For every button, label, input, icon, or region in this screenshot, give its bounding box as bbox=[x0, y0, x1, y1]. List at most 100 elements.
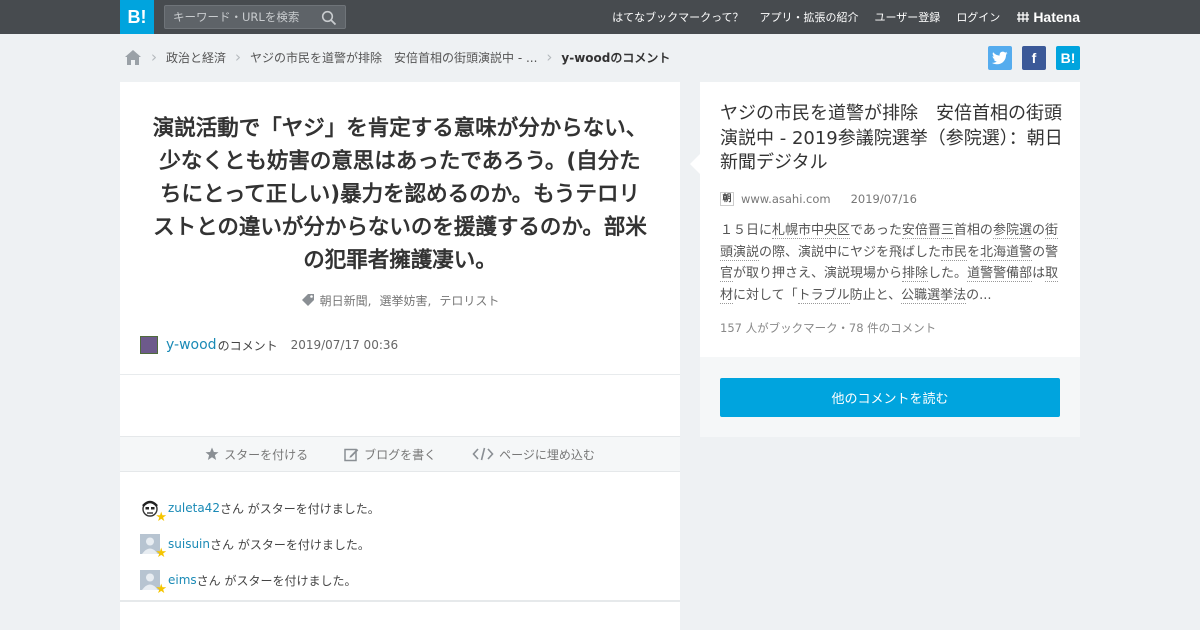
comment-suffix: のコメント bbox=[217, 338, 278, 353]
summary-text: の警 bbox=[1032, 244, 1059, 260]
summary-text: が取り押さえ、演説現場から bbox=[733, 266, 903, 281]
star-row: ★ eims さん がスターを付けました。 bbox=[140, 562, 380, 598]
summary-text: １５日に bbox=[720, 223, 773, 238]
star-row: ★ suisuin さん がスターを付けました。 bbox=[140, 526, 380, 562]
nav-register[interactable]: ユーザー登録 bbox=[875, 9, 941, 25]
edit-icon bbox=[344, 448, 359, 461]
nav-about[interactable]: はてなブックマークって？ bbox=[612, 9, 743, 25]
summary-text: を bbox=[967, 244, 981, 260]
comment-username[interactable]: y-wood bbox=[166, 337, 217, 353]
hatena-bookmark-share-button[interactable]: B! bbox=[1056, 46, 1080, 70]
speech-pointer bbox=[690, 154, 700, 174]
summary-keyword-link[interactable]: 北海道警 bbox=[980, 244, 1033, 261]
write-blog-label: ブログを書く bbox=[364, 447, 437, 462]
entry-title[interactable]: ヤジの市民を道警が排除 安倍首相の街頭演説中 - 2019参議院選挙（参院選）：… bbox=[720, 102, 1065, 176]
read-more-comments-button[interactable]: 他のコメントを読む bbox=[720, 378, 1060, 417]
chevron-right-icon: › bbox=[151, 48, 157, 66]
entry-date: 2019/07/16 bbox=[850, 192, 917, 206]
summary-text: 首相の bbox=[953, 223, 993, 238]
share-buttons: f B! bbox=[988, 46, 1080, 70]
hatena-bookmark-logo[interactable]: B! bbox=[120, 0, 154, 34]
star-list: ★ zuleta42 さん がスターを付けました。 ★ suisuin さん が… bbox=[140, 490, 380, 598]
add-star-label: スターを付ける bbox=[224, 447, 309, 462]
star-message: さん がスターを付けました。 bbox=[219, 501, 380, 516]
star-row: ★ zuleta42 さん がスターを付けました。 bbox=[140, 490, 380, 526]
summary-keyword-link[interactable]: 市民 bbox=[941, 244, 968, 261]
comment-actions: スターを付ける ブログを書く ページに埋め込む bbox=[120, 436, 680, 472]
avatar[interactable]: ★ bbox=[140, 534, 167, 560]
nav-login[interactable]: ログイン bbox=[956, 9, 1000, 25]
summary-text: の bbox=[1031, 223, 1045, 238]
summary-keyword-link[interactable]: 安倍晋三 bbox=[901, 223, 954, 239]
breadcrumb: › 政治と経済 › ヤジの市民を道警が排除 安倍首相の街頭演説中 - ... ›… bbox=[124, 46, 670, 68]
star-icon: ★ bbox=[155, 510, 167, 525]
hatena-brand-link[interactable]: Hatena bbox=[1016, 9, 1080, 25]
star-message: さん がスターを付けました。 bbox=[210, 537, 370, 552]
entry-meta: 朝 www.asahi.com 2019/07/16 bbox=[720, 192, 917, 206]
avatar[interactable] bbox=[140, 336, 158, 354]
top-nav: はてなブックマークって？ アプリ・拡張の紹介 ユーザー登録 ログイン Haten… bbox=[596, 0, 1080, 34]
summary-text: した。 bbox=[928, 266, 968, 281]
twitter-share-button[interactable] bbox=[988, 46, 1012, 70]
hatena-brand-text: Hatena bbox=[1033, 9, 1080, 25]
star-username[interactable]: zuleta42 bbox=[168, 501, 220, 515]
summary-text: であった bbox=[850, 223, 902, 238]
summary-keyword-link[interactable]: 参院選 bbox=[992, 223, 1032, 239]
embed-label: ページに埋め込む bbox=[499, 447, 595, 462]
facebook-share-button[interactable]: f bbox=[1022, 46, 1046, 70]
write-blog-button[interactable]: ブログを書く bbox=[344, 446, 436, 463]
tag-icon bbox=[301, 294, 314, 306]
home-icon[interactable] bbox=[124, 49, 142, 66]
star-username[interactable]: suisuin bbox=[168, 537, 210, 551]
star-username[interactable]: eims bbox=[168, 573, 197, 587]
search-icon[interactable] bbox=[321, 10, 337, 26]
tag-list: 朝日新聞, 選挙妨害, テロリスト bbox=[120, 292, 680, 309]
summary-keyword-link[interactable]: トラブル bbox=[797, 287, 850, 304]
search-box[interactable] bbox=[164, 5, 346, 29]
summary-keyword-link[interactable]: 公職選挙法 bbox=[901, 287, 967, 304]
embed-button[interactable]: ページに埋め込む bbox=[472, 446, 595, 463]
entry-summary: １５日に札幌市中央区であった安倍晋三首相の参院選の街頭演説の際、演説中にヤジを飛… bbox=[720, 220, 1060, 306]
comment-card: 演説活動で「ヤジ」を肯定する意味が分からない、少なくとも妨害の意思はあったであろ… bbox=[120, 82, 680, 630]
avatar[interactable]: ★ bbox=[140, 570, 167, 596]
summary-keyword-link[interactable]: 排除 bbox=[902, 266, 929, 282]
search-input[interactable] bbox=[165, 6, 315, 28]
summary-keyword-link[interactable]: 札幌市中央区 bbox=[772, 223, 851, 239]
comment-date[interactable]: 2019/07/17 00:36 bbox=[291, 338, 399, 352]
entry-info: ヤジの市民を道警が排除 安倍首相の街頭演説中 - 2019参議院選挙（参院選）：… bbox=[690, 82, 1080, 357]
code-icon bbox=[472, 447, 494, 461]
site-favicon-icon: 朝 bbox=[720, 192, 734, 206]
top-header: B! はてなブックマークって？ アプリ・拡張の紹介 ユーザー登録 ログイン Ha… bbox=[0, 0, 1200, 34]
summary-text: は bbox=[1032, 266, 1046, 281]
entry-card: ヤジの市民を道警が排除 安倍首相の街頭演説中 - 2019参議院選挙（参院選）：… bbox=[690, 82, 1080, 437]
summary-text: の... bbox=[966, 287, 992, 303]
breadcrumb-current: y-woodのコメント bbox=[561, 50, 671, 65]
entry-site[interactable]: www.asahi.com bbox=[741, 192, 831, 206]
tag-item[interactable]: 朝日新聞 bbox=[320, 292, 368, 309]
breadcrumb-entry[interactable]: ヤジの市民を道警が排除 安倍首相の街頭演説中 - ... bbox=[250, 49, 537, 66]
summary-text: に対して「 bbox=[733, 287, 798, 303]
hatena-logo-icon bbox=[1017, 12, 1030, 22]
summary-keyword-link[interactable]: 道警警備部 bbox=[967, 266, 1033, 282]
tag-item[interactable]: テロリスト bbox=[439, 292, 499, 309]
divider bbox=[120, 600, 680, 602]
comment-author-row: y-wood のコメント 2019/07/17 00:36 bbox=[140, 336, 398, 354]
comment-body: 演説活動で「ヤジ」を肯定する意味が分からない、少なくとも妨害の意思はあったであろ… bbox=[152, 116, 648, 273]
star-icon: ★ bbox=[155, 582, 167, 597]
summary-text: 防止と、 bbox=[849, 287, 902, 303]
add-star-button[interactable]: スターを付ける bbox=[205, 446, 308, 463]
avatar[interactable]: ★ bbox=[140, 498, 167, 524]
star-message: さん がスターを付けました。 bbox=[196, 573, 357, 588]
entry-counts: 157 人がブックマーク・78 件のコメント bbox=[720, 321, 937, 335]
summary-text: の際、演説中にヤジを飛ばした bbox=[759, 244, 942, 260]
tag-item[interactable]: 選挙妨害 bbox=[379, 292, 427, 309]
star-icon: ★ bbox=[155, 546, 167, 561]
twitter-icon bbox=[992, 51, 1008, 65]
breadcrumb-category[interactable]: 政治と経済 bbox=[166, 49, 226, 66]
chevron-right-icon: › bbox=[546, 48, 553, 66]
summary-keyword-link[interactable]: 官 bbox=[720, 266, 734, 282]
nav-apps[interactable]: アプリ・拡張の紹介 bbox=[760, 9, 859, 25]
chevron-right-icon: › bbox=[235, 48, 242, 66]
star-icon bbox=[205, 447, 219, 460]
divider bbox=[120, 374, 680, 375]
